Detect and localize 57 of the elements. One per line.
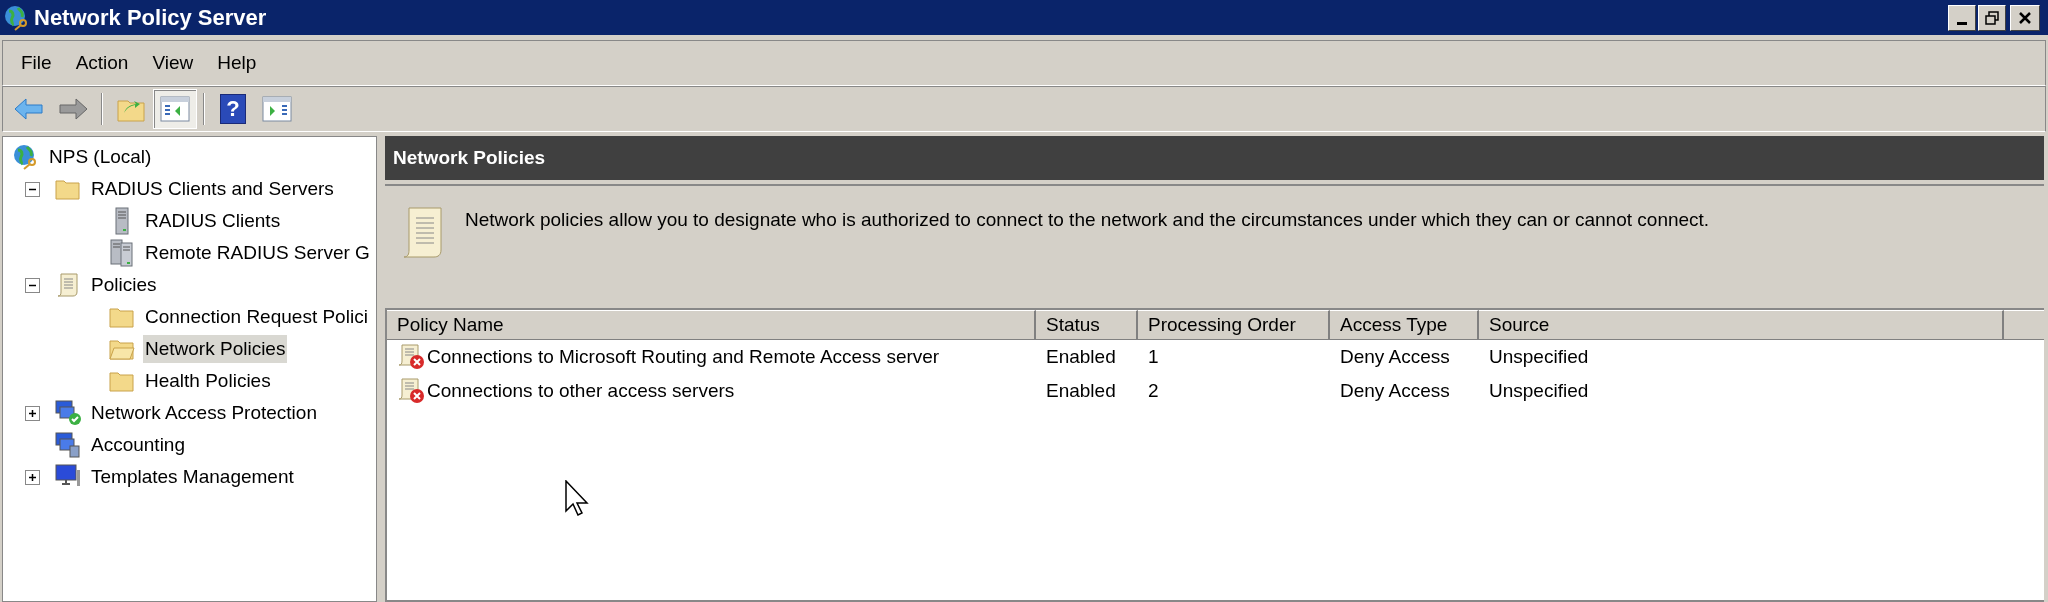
restore-button[interactable]: [1978, 4, 2006, 31]
column-header[interactable]: Processing Order: [1138, 310, 1330, 340]
expand-icon[interactable]: [24, 405, 40, 421]
table-cell-text: Connections to other access servers: [427, 378, 735, 403]
table-cell-text: 2: [1148, 378, 1159, 403]
menu-item[interactable]: View: [142, 46, 204, 80]
tree-item[interactable]: Network Policies: [143, 334, 288, 364]
window-title: Network Policy Server: [34, 4, 267, 32]
description-text: Network policies allow you to designate who is authorized to connect to the network and the circumstances under which they can or cannot connect.: [465, 208, 1710, 232]
servers-icon: [109, 239, 135, 267]
table-cell-text: Enabled: [1046, 378, 1116, 403]
tree-item[interactable]: Accounting: [89, 430, 187, 460]
open-folder-icon: [109, 338, 135, 360]
scroll-icon: [401, 204, 445, 260]
table-row[interactable]: Connections to other access servers Enabled 2 Deny Access Unspecified: [387, 374, 2044, 408]
panel-title: Network Policies: [393, 145, 546, 170]
tree-item[interactable]: Templates Management: [89, 462, 296, 492]
table-row[interactable]: Connections to Microsoft Routing and Remote Access server Enabled 1 Deny Access Unspecified: [387, 340, 2044, 374]
restore-icon: [1985, 10, 1999, 25]
tree-item[interactable]: NPS (Local): [47, 142, 154, 172]
tree-item[interactable]: RADIUS Clients and Servers: [89, 174, 336, 204]
tree-item[interactable]: Policies: [89, 270, 159, 300]
computer-icon: [54, 432, 82, 458]
close-button[interactable]: [2010, 4, 2040, 31]
globe-key-icon: [4, 4, 30, 31]
tree-item[interactable]: RADIUS Clients: [143, 206, 283, 236]
collapse-icon[interactable]: [24, 181, 40, 197]
table-cell-text: 1: [1148, 344, 1159, 369]
tree-item[interactable]: Remote RADIUS Server G: [143, 238, 372, 268]
tree-item[interactable]: Network Access Protection: [89, 398, 319, 428]
column-header[interactable]: Status: [1036, 310, 1138, 340]
tree-pane-icon[interactable]: [153, 89, 197, 129]
menu-item[interactable]: Action: [65, 46, 139, 80]
globe-key-icon: [13, 144, 39, 170]
tree-item[interactable]: Connection Request Polici: [143, 302, 370, 332]
mouse-cursor-icon: [565, 480, 589, 516]
scroll-icon: [55, 272, 81, 298]
table-cell-text: Unspecified: [1489, 378, 1589, 403]
close-icon: [2018, 10, 2032, 25]
column-header[interactable]: Policy Name: [387, 310, 1036, 340]
column-header[interactable]: Access Type: [1330, 310, 1479, 340]
folder-icon: [55, 178, 81, 200]
folder-icon: [109, 306, 135, 328]
tree-item[interactable]: Health Policies: [143, 366, 273, 396]
table-cell-text: Unspecified: [1489, 344, 1589, 369]
table-cell-text: Connections to Microsoft Routing and Remote Access server: [427, 344, 940, 369]
collapse-icon[interactable]: [24, 277, 40, 293]
table-cell-text: Deny Access: [1340, 378, 1450, 403]
expand-icon[interactable]: [24, 469, 40, 485]
menu-item[interactable]: Help: [207, 46, 267, 80]
table-cell-text: Enabled: [1046, 344, 1116, 369]
folder-icon: [109, 370, 135, 392]
column-header[interactable]: Source: [1479, 310, 2004, 340]
minimize-button[interactable]: [1948, 4, 1976, 31]
menu-item[interactable]: File: [11, 46, 62, 80]
computer-shield-icon: [54, 400, 82, 426]
table-cell-text: Deny Access: [1340, 344, 1450, 369]
